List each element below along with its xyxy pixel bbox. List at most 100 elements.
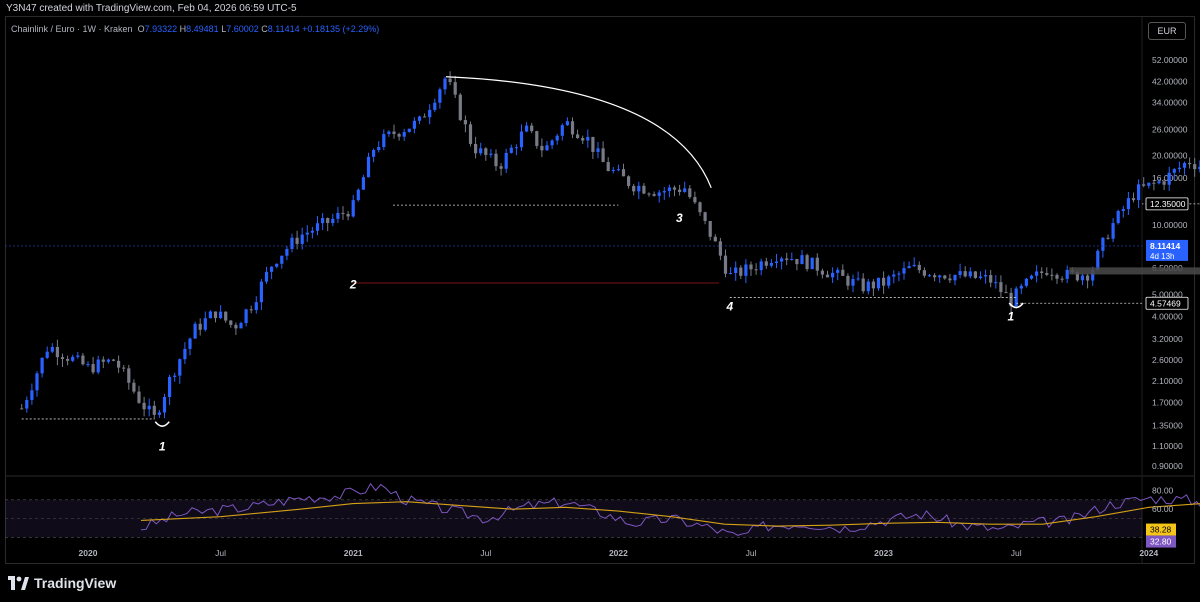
wave-label: 2 (349, 278, 357, 292)
wave-label: 1 (159, 440, 166, 454)
candle-body (907, 266, 911, 269)
candle-body (621, 169, 626, 177)
candle-body (224, 311, 228, 321)
candle-body (1065, 269, 1069, 279)
candle-body (570, 121, 575, 135)
candle-body (1147, 182, 1151, 186)
candle-body (219, 311, 223, 319)
candle-body (106, 359, 110, 362)
candle-body (1131, 198, 1136, 201)
candle-body (494, 153, 498, 167)
candle-body (994, 282, 998, 284)
target-zone (1069, 267, 1200, 275)
candle-body (1045, 272, 1049, 275)
candle-body (897, 273, 901, 275)
candle-body (560, 125, 564, 136)
candle-body (1024, 278, 1028, 286)
candle-body (667, 187, 671, 192)
candle-body (943, 275, 947, 279)
candle-body (35, 373, 39, 391)
y-tick-label: 3.20000 (1152, 334, 1183, 344)
candle-body (774, 261, 779, 264)
candle-body (759, 261, 763, 271)
candle-body (392, 131, 396, 135)
candle-body (892, 274, 896, 277)
candle-body (264, 271, 269, 282)
price-chart[interactable]: 52.0000042.0000034.0000026.0000020.00000… (0, 0, 1200, 565)
candle-body (458, 94, 462, 121)
candle-body (856, 278, 860, 280)
candle-body (882, 277, 886, 286)
candle-body (718, 241, 722, 256)
candle-body (734, 267, 738, 274)
candle-body (703, 212, 707, 221)
rsi-value-tag: 32.80 (1150, 537, 1172, 547)
candle-body (938, 275, 942, 278)
x-tick-label: 2020 (79, 548, 98, 558)
candle-body (652, 194, 656, 196)
candle-body (453, 82, 457, 95)
y-tick-label: 42.00000 (1152, 76, 1188, 86)
candle-body (586, 136, 590, 141)
y-tick-label: 26.00000 (1152, 124, 1188, 134)
candle-body (1157, 181, 1161, 184)
candle-body (489, 153, 493, 155)
candle-body (841, 269, 845, 276)
candle-body (356, 189, 360, 201)
x-tick-label: 2022 (609, 548, 628, 558)
candle-body (417, 116, 422, 121)
candle-body (259, 281, 263, 303)
candle-body (514, 147, 518, 149)
candle-body (147, 405, 151, 410)
candle-body (519, 131, 524, 148)
candle-body (1019, 285, 1023, 289)
rsi-ma-tag: 38.28 (1150, 525, 1172, 535)
candle-body (137, 391, 141, 403)
candle-body (984, 275, 988, 277)
candle-body (1182, 162, 1187, 168)
candle-body (754, 269, 758, 271)
candle-body (723, 255, 728, 274)
countdown-tag: 4d 13h (1150, 252, 1174, 261)
bottom-mark (154, 421, 170, 427)
candle-body (377, 146, 381, 150)
candle-body (428, 109, 432, 118)
candle-body (484, 148, 488, 155)
candle-body (999, 282, 1003, 293)
candle-body (178, 359, 182, 376)
candle-body (739, 267, 743, 276)
y-tick-label: 0.90000 (1152, 461, 1183, 471)
candle-body (576, 134, 580, 139)
candle-body (382, 134, 386, 147)
candle-body (81, 355, 85, 365)
candle-body (968, 271, 972, 277)
candle-body (933, 275, 937, 278)
candle-body (698, 202, 702, 213)
candle-body (402, 132, 406, 137)
candle-body (331, 218, 335, 224)
candle-body (902, 268, 906, 274)
candle-body (1111, 223, 1115, 239)
candle-body (423, 116, 427, 118)
candle-body (785, 258, 789, 260)
y-tick-label: 1.10000 (1152, 441, 1183, 451)
candle-body (310, 230, 314, 233)
x-tick-label: 2023 (874, 548, 893, 558)
tradingview-brand: TradingView (34, 575, 117, 591)
candle-body (688, 188, 692, 198)
x-tick-label: Jul (480, 548, 491, 558)
candle-body (647, 193, 651, 195)
x-tick-label: 2024 (1139, 548, 1158, 558)
candle-body (535, 131, 539, 146)
candle-body (1121, 209, 1125, 211)
candle-body (1004, 292, 1008, 294)
candle-body (438, 89, 442, 103)
candle-body (831, 272, 835, 278)
candle-body (917, 264, 921, 271)
candle-body (280, 255, 284, 264)
candle-body (912, 264, 916, 267)
candle-body (239, 323, 243, 329)
candle-body (142, 402, 146, 410)
y-tick-label: 34.00000 (1152, 98, 1188, 108)
candle-body (565, 121, 569, 126)
